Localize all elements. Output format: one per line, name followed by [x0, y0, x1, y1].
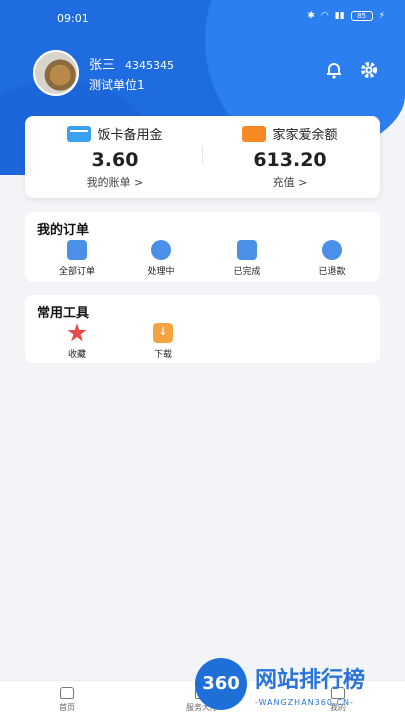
signal-icon: ▮▮ [334, 11, 345, 21]
section-title: 常用工具 [37, 306, 90, 321]
section-title: 我的订单 [37, 223, 90, 238]
user-profile[interactable]: 张三 4345345 测试单位1 [33, 50, 174, 96]
download-icon [153, 323, 173, 343]
star-icon [67, 323, 87, 342]
tab-label: 首页 [59, 703, 75, 712]
watermark-text: 网站排行榜 [255, 668, 366, 693]
order-refunded[interactable]: 已退款 [302, 240, 362, 277]
check-doc-icon [237, 240, 257, 260]
card-icon [67, 125, 92, 142]
order-all[interactable]: 全部订单 [47, 240, 107, 277]
gear-icon[interactable] [359, 60, 379, 80]
wifi-icon: ◠ [320, 11, 329, 21]
refund-icon [322, 240, 342, 260]
my-orders-section: 我的订单 全部订单 处理中 已完成 已退款 [25, 212, 380, 282]
item-label: 处理中 [147, 267, 175, 277]
watermark-subtext: -WANGZHAN360.CN- [255, 698, 354, 707]
item-label: 全部订单 [58, 267, 95, 277]
item-label: 下载 [153, 350, 172, 360]
item-label: 收藏 [67, 350, 86, 360]
status-icons: ✱ ◠ ▮▮ 85 ⚡ [307, 11, 385, 21]
order-completed[interactable]: 已完成 [217, 240, 277, 277]
meal-card-amount: 3.60 [91, 149, 139, 171]
meal-card-balance[interactable]: 饭卡备用金 3.60 我的账单 > [30, 124, 200, 190]
user-id: 4345345 [125, 58, 175, 72]
home-icon [60, 687, 74, 699]
tool-favorites[interactable]: 收藏 [47, 323, 107, 360]
bell-icon[interactable] [324, 60, 344, 80]
meal-card-title: 饭卡备用金 [97, 128, 163, 143]
family-balance-title: 家家爱余额 [272, 128, 338, 143]
clock-icon [151, 240, 171, 260]
tab-home[interactable]: 首页 [37, 687, 97, 713]
wallet-icon [242, 125, 267, 142]
common-tools-section: 常用工具 收藏 下载 [25, 295, 380, 363]
family-balance-amount: 613.20 [253, 149, 327, 171]
bluetooth-icon: ✱ [307, 11, 315, 21]
wallet-card: 饭卡备用金 3.60 我的账单 > 家家爱余额 613.20 充值 > [25, 116, 380, 198]
divider [202, 146, 203, 164]
item-label: 已完成 [233, 267, 261, 277]
status-bar: 09:01 ✱ ◠ ▮▮ 85 ⚡ [0, 8, 405, 28]
tool-download[interactable]: 下载 [133, 323, 193, 360]
avatar[interactable] [33, 50, 79, 96]
list-icon [67, 240, 87, 260]
item-label: 已退款 [318, 267, 346, 277]
recharge-link[interactable]: 充值 > [205, 174, 375, 190]
battery-icon: 85 [350, 11, 373, 21]
order-processing[interactable]: 处理中 [131, 240, 191, 277]
watermark: 360 网站排行榜 -WANGZHAN360.CN- [195, 656, 405, 720]
charging-icon: ⚡ [378, 11, 385, 21]
my-bills-link[interactable]: 我的账单 > [30, 174, 200, 190]
user-name: 张三 [89, 57, 116, 73]
status-time: 09:01 [57, 12, 89, 25]
family-balance[interactable]: 家家爱余额 613.20 充值 > [205, 124, 375, 190]
watermark-logo: 360 [195, 658, 247, 710]
user-organization: 测试单位1 [89, 77, 145, 92]
